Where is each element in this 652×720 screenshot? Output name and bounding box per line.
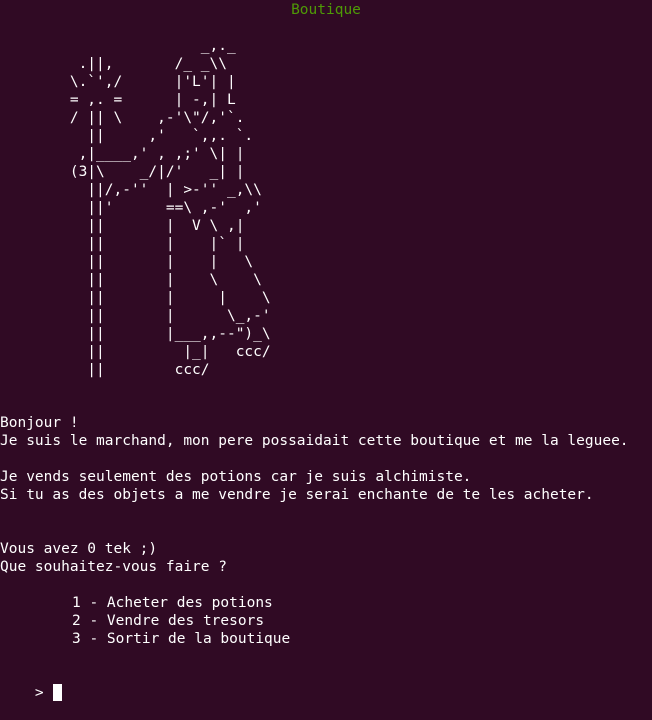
menu-option-sell-treasures: 2 - Vendre des tresors (72, 613, 265, 629)
text-cursor[interactable] (52, 684, 62, 701)
balance-text: Vous avez 0 tek ;) (0, 541, 158, 557)
merchant-ascii-art: _,._ .||, /_ _\\ \.`',/ |'L'| | = ,. = |… (69, 38, 271, 378)
intro-text: Je suis le marchand, mon pere possaidait… (0, 433, 629, 449)
buys-text: Si tu as des objets a me vendre je serai… (0, 487, 594, 503)
input-prompt[interactable]: > (0, 666, 62, 720)
terminal-window[interactable]: Boutique _,._ .||, /_ _\\ \.`',/ |'L'| |… (0, 0, 652, 701)
sells-text: Je vends seulement des potions car je su… (0, 469, 472, 485)
terminal-title: Boutique (291, 2, 361, 18)
menu-option-exit-shop: 3 - Sortir de la boutique (72, 631, 291, 647)
menu-option-buy-potions: 1 - Acheter des potions (72, 595, 273, 611)
question-text: Que souhaitez-vous faire ? (0, 559, 227, 575)
prompt-symbol: > (34, 685, 44, 701)
greeting-text: Bonjour ! (0, 415, 79, 431)
